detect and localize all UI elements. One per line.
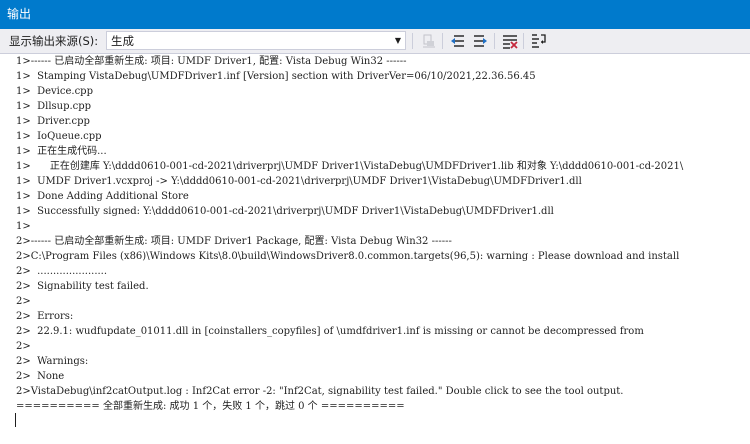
chevron-down-icon[interactable]: ▼ [395,33,401,49]
output-window: 输出 显示输出来源(S): 生成 ▼ 1>------ 已启动全部重新生成: 项… [0,0,750,444]
log-line: 1> IoQueue.cpp [16,131,102,142]
log-line: 2> [16,296,31,307]
previous-message-button[interactable] [449,32,467,50]
previous-message-icon [451,35,464,47]
log-line: 2> Errors: [16,311,74,322]
toolbar-separator [494,33,495,49]
log-line: 2>------ 已启动全部重新生成: 项目: UMDF Driver1 Pac… [16,236,452,247]
log-line: 1> UMDF Driver1.vcxproj -> Y:\dddd0610-0… [16,176,582,187]
output-toolbar: 显示输出来源(S): 生成 ▼ [0,29,750,54]
next-message-icon [474,35,487,47]
log-line: 1> Successfully signed: Y:\dddd0610-001-… [16,206,554,217]
log-line: ========== 全部重新生成: 成功 1 个，失败 1 个，跳过 0 个 … [16,401,405,412]
output-text-area[interactable]: 1>------ 已启动全部重新生成: 项目: UMDF Driver1, 配置… [0,54,750,444]
text-caret [15,413,16,427]
toolbar-separator [442,33,443,49]
log-line: 2> 22.9.1: wudfupdate_01011.dll in [coin… [16,326,644,337]
log-line: 1> [16,221,31,232]
log-line: 2> [16,341,31,352]
log-line: 2>C:\Program Files (x86)\Windows Kits\8.… [16,251,680,262]
log-line: 1> Device.cpp [16,86,93,97]
log-line: 2> Signability test failed. [16,281,149,292]
toggle-word-wrap-button[interactable] [530,32,548,50]
toolbar-separator [412,33,413,49]
log-line: 2> ...................... [16,266,108,277]
word-wrap-icon [532,34,546,48]
window-titlebar: 输出 [0,0,750,29]
log-line: 2> Warnings: [16,356,89,367]
clear-all-button[interactable] [501,32,519,50]
log-line: 1> Dllsup.cpp [16,101,92,112]
clear-all-icon [503,35,518,49]
log-line: 1> 正在生成代码... [16,146,107,157]
toolbar-separator [523,33,524,49]
output-source-label: 显示输出来源(S): [9,34,99,48]
go-to-location-button[interactable] [420,32,438,50]
output-source-value: 生成 [111,34,134,48]
next-message-button[interactable] [471,32,489,50]
clear-output-icon [423,34,435,48]
log-line: 1> 正在创建库 Y:\dddd0610-001-cd-2021\driverp… [16,161,684,172]
log-line: 1> Stamping VistaDebug\UMDFDriver1.inf [… [16,71,536,82]
window-title: 输出 [7,7,32,21]
log-line: 2> None [16,371,65,382]
log-line: 1> Done Adding Additional Store [16,191,189,202]
log-line: 2>VistaDebug\inf2catOutput.log : Inf2Cat… [16,386,624,397]
log-line: 1> Driver.cpp [16,116,90,127]
output-source-dropdown[interactable]: 生成 ▼ [106,31,406,50]
log-line: 1>------ 已启动全部重新生成: 项目: UMDF Driver1, 配置… [16,56,407,67]
